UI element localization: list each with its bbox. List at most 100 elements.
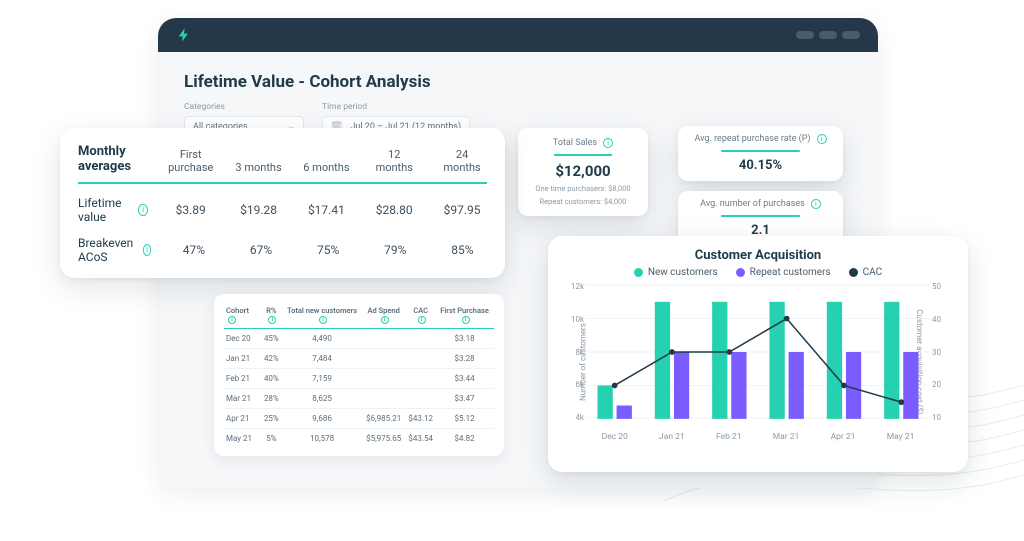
title-bar <box>158 18 878 52</box>
bar-repeat[interactable] <box>731 352 746 419</box>
legend-repeat[interactable]: Repeat customers <box>736 267 831 278</box>
table-cell <box>361 329 406 349</box>
table-cell: May 21 <box>224 429 260 449</box>
legend-new[interactable]: New customers <box>634 267 718 278</box>
table-cell: 40% <box>260 369 284 389</box>
chart-plot: Number of customers Customer acquisition… <box>586 282 930 442</box>
cac-point[interactable] <box>898 399 904 405</box>
table-cell: Feb 21 <box>224 369 260 389</box>
legend-cac[interactable]: CAC <box>849 267 883 278</box>
avg-cell: 67% <box>236 243 285 257</box>
table-cell: 28% <box>260 389 284 409</box>
kpi-repeat-rate-title: Avg. repeat purchase rate (P) <box>694 134 810 144</box>
cac-point[interactable] <box>841 383 847 389</box>
info-icon[interactable]: i <box>319 316 327 324</box>
table-cell: 8,625 <box>283 389 361 409</box>
bar-repeat[interactable] <box>903 352 918 419</box>
cac-point[interactable] <box>726 349 732 355</box>
table-cell <box>406 389 435 409</box>
legend-repeat-label: Repeat customers <box>750 267 831 278</box>
info-icon[interactable]: i <box>381 316 389 324</box>
x-tick: Apr 21 <box>831 432 856 442</box>
table-cell: 5% <box>260 429 284 449</box>
info-icon[interactable]: i <box>418 316 426 324</box>
monthly-averages-card: Monthly averages First purchase 3 months… <box>60 128 505 278</box>
bar-repeat[interactable] <box>789 352 804 419</box>
table-cell: 10,578 <box>283 429 361 449</box>
bar-repeat[interactable] <box>846 352 861 419</box>
table-cell: 4,490 <box>283 329 361 349</box>
table-row: Jan 2142%7,484$3.28 <box>224 349 494 369</box>
table-cell: 42% <box>260 349 284 369</box>
filter-period-label: Time period <box>322 102 470 112</box>
table-cell: 45% <box>260 329 284 349</box>
table-row: Apr 2125%9,686$6,985.21$43.12$5.12 <box>224 409 494 429</box>
info-icon[interactable]: i <box>811 199 821 209</box>
table-cell: $43.54 <box>406 429 435 449</box>
table-cell: $3.44 <box>435 369 494 389</box>
bar-new[interactable] <box>827 302 842 419</box>
x-tick: Jan 21 <box>659 432 685 442</box>
th-cac: CAC <box>413 306 428 315</box>
bar-repeat[interactable] <box>674 352 689 419</box>
th-r: R% <box>266 306 276 315</box>
avg-col-2: 6 months <box>301 161 351 174</box>
x-tick: Mar 21 <box>773 432 800 442</box>
info-icon[interactable]: i <box>138 204 147 216</box>
table-row: May 215%10,578$5,975.65$43.54$4.82 <box>224 429 494 449</box>
avg-row-0-label: Lifetime value <box>78 196 132 224</box>
bar-new[interactable] <box>597 385 612 418</box>
legend-cac-label: CAC <box>863 267 883 278</box>
table-row: Dec 2045%4,490$3.18 <box>224 329 494 349</box>
info-icon[interactable]: i <box>228 316 236 324</box>
avg-row-lifetime-value: Lifetime value i $3.89 $19.28 $17.41 $28… <box>78 184 487 224</box>
chart-svg <box>586 282 930 422</box>
avg-col-1: 3 months <box>234 161 284 174</box>
info-icon[interactable]: i <box>143 244 152 256</box>
table-cell: $4.82 <box>435 429 494 449</box>
cac-point[interactable] <box>784 316 790 322</box>
bar-repeat[interactable] <box>617 406 632 419</box>
info-icon[interactable]: i <box>603 138 613 148</box>
table-cell: $3.28 <box>435 349 494 369</box>
cohort-table-card: Cohorti R%i Total new customersi Ad Spen… <box>214 294 504 456</box>
monthly-averages-header: Monthly averages First purchase 3 months… <box>78 144 487 184</box>
x-tick: Dec 20 <box>602 432 628 442</box>
cac-point[interactable] <box>612 383 618 389</box>
y-axis2-ticks: 5040302010 <box>932 282 952 422</box>
info-icon[interactable]: i <box>817 134 827 144</box>
table-cell: $43.12 <box>406 409 435 429</box>
table-cell <box>361 369 406 389</box>
table-cell: Jan 21 <box>224 349 260 369</box>
chart-legend: New customers Repeat customers CAC <box>562 267 954 278</box>
bar-new[interactable] <box>769 302 784 419</box>
table-cell: Apr 21 <box>224 409 260 429</box>
cac-point[interactable] <box>669 349 675 355</box>
info-icon[interactable]: i <box>462 316 470 324</box>
bar-new[interactable] <box>712 302 727 419</box>
avg-cell: $3.89 <box>166 203 216 217</box>
table-row: Mar 2128%8,625$3.47 <box>224 389 494 409</box>
kpi-num-purchases-title: Avg. number of purchases <box>700 199 805 209</box>
table-cell <box>361 389 406 409</box>
avg-row-breakeven-acos: Breakeven ACoS i 47% 67% 75% 79% 85% <box>78 224 487 264</box>
avg-cell: $97.95 <box>437 203 487 217</box>
page-title: Lifetime Value - Cohort Analysis <box>184 72 852 92</box>
info-icon[interactable]: i <box>268 316 276 324</box>
window-controls <box>796 31 860 39</box>
table-cell: 7,159 <box>283 369 361 389</box>
avg-col-0: First purchase <box>166 148 216 174</box>
x-tick: May 21 <box>887 432 915 442</box>
table-cell <box>406 349 435 369</box>
th-fp: First Purchase <box>440 306 489 315</box>
y-axis-ticks: 12k10k8k6k4k <box>564 282 584 422</box>
monthly-averages-heading: Monthly averages <box>78 144 148 174</box>
th-adspend: Ad Spend <box>368 306 400 315</box>
kpi-total-sales-title: Total Sales <box>553 138 597 148</box>
avg-cell: $28.80 <box>369 203 419 217</box>
table-cell: 25% <box>260 409 284 429</box>
avg-cell: 79% <box>371 243 420 257</box>
bolt-icon <box>176 27 192 43</box>
x-axis-ticks: Dec 20Jan 21Feb 21Mar 21Apr 21May 21 <box>586 432 930 442</box>
chart-customer-acquisition: Customer Acquisition New customers Repea… <box>548 236 968 472</box>
